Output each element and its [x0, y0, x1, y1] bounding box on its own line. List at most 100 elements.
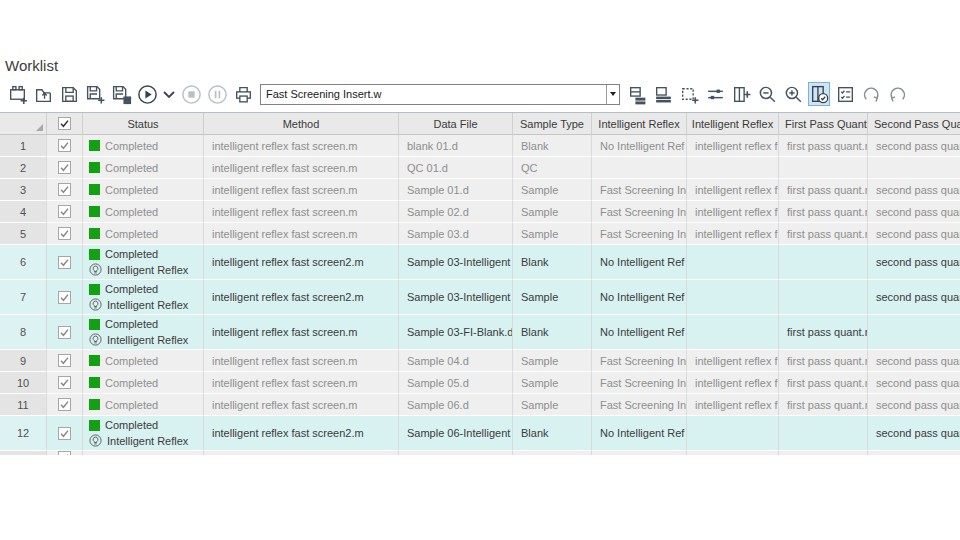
intelligent-reflex-2-cell[interactable] — [687, 245, 779, 280]
method-cell[interactable]: intelligent reflex fast screen2.m — [204, 280, 399, 315]
zoom-out-button[interactable] — [756, 82, 778, 106]
status-cell[interactable]: CompletedIntelligent Reflex — [83, 245, 204, 280]
row-number[interactable]: 8 — [0, 315, 47, 350]
row-number[interactable]: 3 — [0, 179, 47, 201]
row-number[interactable]: 7 — [0, 280, 47, 315]
intelligent-reflex-1-cell[interactable]: No Intelligent Ref — [592, 245, 687, 280]
data-file-cell[interactable]: Sample 03.d — [399, 223, 513, 245]
intelligent-reflex-1-cell[interactable] — [592, 157, 687, 179]
sample-type-cell[interactable]: Blank — [513, 135, 592, 157]
combobox-dropdown-button[interactable] — [606, 85, 619, 104]
method-cell[interactable]: intelligent reflex fast screen.m — [204, 201, 399, 223]
add-multiple-samples-button[interactable] — [652, 82, 674, 106]
intelligent-reflex-2-cell[interactable]: intelligent reflex f — [687, 350, 779, 372]
data-file-cell[interactable]: QC 01.d — [399, 157, 513, 179]
second-pass-quant-cell[interactable]: second pass quar — [868, 350, 960, 372]
method-cell[interactable]: intelligent reflex fast screen.m — [204, 350, 399, 372]
sample-type-cell[interactable]: Sample — [513, 280, 592, 315]
sample-type-cell[interactable]: Blank — [513, 245, 592, 280]
method-cell[interactable]: intelligent reflex fast screen.m — [204, 315, 399, 350]
run-button[interactable] — [136, 82, 158, 106]
filter-settings-button[interactable] — [704, 82, 726, 106]
row-checkbox[interactable] — [47, 451, 83, 455]
status-cell[interactable]: CompletedIntelligent Reflex — [83, 280, 204, 315]
row-number[interactable]: 9 — [0, 350, 47, 372]
second-pass-quant-cell[interactable]: second pass quar — [868, 223, 960, 245]
intelligent-reflex-2-cell[interactable]: intelligent reflex f — [687, 394, 779, 416]
intelligent-reflex-1-cell[interactable]: No Intelligent Ref — [592, 315, 687, 350]
data-file-cell[interactable]: Sample 02.d — [399, 201, 513, 223]
first-pass-quant-cell[interactable]: first pass quant.n — [779, 223, 868, 245]
row-checkbox[interactable] — [47, 135, 83, 157]
sample-type-cell[interactable] — [513, 451, 592, 455]
sample-type-cell[interactable]: Blank — [513, 416, 592, 451]
sample-type-cell[interactable]: Blank — [513, 315, 592, 350]
column-header-first-pass-quant-m[interactable]: First Pass Quant M — [779, 113, 868, 135]
worklist-run-checklist-button[interactable] — [834, 82, 856, 106]
intelligent-reflex-2-cell[interactable] — [687, 416, 779, 451]
method-cell[interactable]: intelligent reflex fast screen.m — [204, 135, 399, 157]
second-pass-quant-cell[interactable]: second pass quar — [868, 280, 960, 315]
row-checkbox[interactable] — [47, 280, 83, 315]
first-pass-quant-cell[interactable]: first pass quant.n — [779, 394, 868, 416]
row-number[interactable] — [0, 451, 47, 455]
method-cell[interactable]: intelligent reflex fast screen.m — [204, 372, 399, 394]
row-checkbox[interactable] — [47, 394, 83, 416]
second-pass-quant-cell[interactable] — [868, 157, 960, 179]
data-file-cell[interactable]: Sample 03-Intelligent F — [399, 280, 513, 315]
redo-button[interactable] — [860, 82, 882, 106]
data-file-cell[interactable]: Sample 04.d — [399, 350, 513, 372]
method-cell[interactable]: intelligent reflex fast screen.m — [204, 394, 399, 416]
row-number[interactable]: 12 — [0, 416, 47, 451]
row-number[interactable]: 2 — [0, 157, 47, 179]
intelligent-reflex-1-cell[interactable] — [592, 451, 687, 455]
first-pass-quant-cell[interactable]: first pass quant.n — [779, 372, 868, 394]
status-cell[interactable]: Completed — [83, 135, 204, 157]
pause-button[interactable] — [206, 82, 228, 106]
sample-type-cell[interactable]: Sample — [513, 394, 592, 416]
data-file-cell[interactable]: Sample 01.d — [399, 179, 513, 201]
column-header-second-pass-quant[interactable]: Second Pass Quant — [868, 113, 960, 135]
status-cell[interactable]: Completed — [83, 394, 204, 416]
row-checkbox[interactable] — [47, 179, 83, 201]
intelligent-reflex-2-cell[interactable] — [687, 451, 779, 455]
row-checkbox[interactable] — [47, 201, 83, 223]
column-header-data-file[interactable]: Data File — [399, 113, 513, 135]
chevron-down-button[interactable] — [162, 82, 176, 106]
data-file-cell[interactable]: Sample 05.d — [399, 372, 513, 394]
method-cell[interactable]: intelligent reflex fast screen2.m — [204, 245, 399, 280]
intelligent-reflex-1-cell[interactable]: No Intelligent Ref — [592, 280, 687, 315]
method-cell[interactable]: intelligent reflex fast screen.m — [204, 157, 399, 179]
zoom-in-button[interactable] — [782, 82, 804, 106]
row-number[interactable]: 4 — [0, 201, 47, 223]
intelligent-reflex-2-cell[interactable] — [687, 315, 779, 350]
save-button[interactable] — [58, 82, 80, 106]
new-worklist-button[interactable] — [6, 82, 28, 106]
first-pass-quant-cell[interactable]: first pass quant.n — [779, 135, 868, 157]
column-check-button[interactable] — [808, 82, 830, 106]
intelligent-reflex-1-cell[interactable]: Fast Screening Ins — [592, 201, 687, 223]
data-file-cell[interactable] — [399, 451, 513, 455]
row-checkbox[interactable] — [47, 350, 83, 372]
first-pass-quant-cell[interactable] — [779, 451, 868, 455]
first-pass-quant-cell[interactable]: first pass quant.n — [779, 315, 868, 350]
first-pass-quant-cell[interactable]: first pass quant.n — [779, 201, 868, 223]
status-cell[interactable]: Completed — [83, 451, 204, 455]
column-header-intelligent-reflex[interactable]: Intelligent Reflex — [592, 113, 687, 135]
row-number[interactable]: 5 — [0, 223, 47, 245]
data-file-cell[interactable]: Sample 06-Intelligent F — [399, 416, 513, 451]
second-pass-quant-cell[interactable]: second pass quar — [868, 416, 960, 451]
second-pass-quant-cell[interactable]: second pass quar — [868, 394, 960, 416]
intelligent-reflex-1-cell[interactable]: No Intelligent Ref — [592, 416, 687, 451]
row-number[interactable]: 1 — [0, 135, 47, 157]
status-cell[interactable]: Completed — [83, 350, 204, 372]
open-worklist-button[interactable] — [32, 82, 54, 106]
header-select-all-checkbox[interactable] — [47, 113, 83, 135]
intelligent-reflex-1-cell[interactable]: Fast Screening Ins — [592, 179, 687, 201]
data-file-cell[interactable]: Sample 03-FI-Blank.d — [399, 315, 513, 350]
method-cell[interactable]: intelligent reflex fast screen.m — [204, 223, 399, 245]
row-checkbox[interactable] — [47, 416, 83, 451]
intelligent-reflex-2-cell[interactable]: intelligent reflex f — [687, 179, 779, 201]
intelligent-reflex-1-cell[interactable]: Fast Screening Ins — [592, 394, 687, 416]
status-cell[interactable]: Completed — [83, 223, 204, 245]
